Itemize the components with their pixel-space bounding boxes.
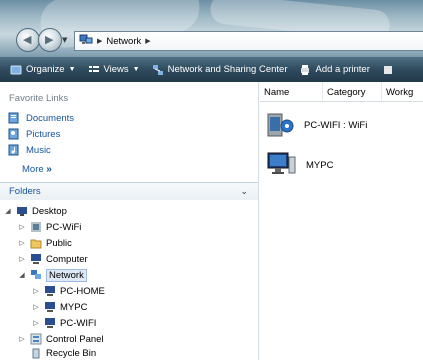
tree-item-mypc[interactable]: ▷ MYPC — [32, 300, 87, 314]
tree-item-pc-wifi[interactable]: ▷ PC-WIFI — [32, 316, 96, 330]
tree-item-public[interactable]: ▷ Public — [18, 236, 72, 250]
tree-item-computer[interactable]: ▷ Computer — [18, 252, 88, 266]
organize-label: Organize — [26, 64, 65, 75]
tree-label: Control Panel — [46, 333, 104, 345]
network-sharing-label: Network and Sharing Center — [167, 64, 288, 75]
computer-icon — [44, 301, 56, 313]
tree-label: PC-HOME — [60, 285, 105, 297]
back-button[interactable]: ◀ — [16, 28, 40, 52]
folders-label: Folders — [9, 186, 41, 197]
music-icon — [8, 144, 20, 156]
network-item-pc-wifi[interactable]: PC-WIFI : WiFi — [266, 108, 367, 143]
overflow-button[interactable] — [376, 57, 400, 82]
column-category[interactable]: Category — [323, 82, 382, 102]
recent-pages-dropdown-icon[interactable]: ▼ — [62, 36, 70, 44]
more-favorites-link[interactable]: More » — [22, 164, 52, 175]
favorite-label: Documents — [26, 112, 75, 124]
organize-button[interactable]: Organize ▼ — [4, 57, 82, 82]
content-pane: Name Category Workg PC-WIFI : WiFi MYPC — [260, 82, 423, 360]
tree-item-pc-wifi-user[interactable]: ▷ PC-WiFi — [18, 220, 81, 234]
views-label: Views — [103, 64, 129, 75]
tree-label: Desktop — [32, 205, 67, 217]
network-item-mypc[interactable]: MYPC — [266, 148, 333, 183]
folders-bar[interactable]: Folders ⌄ — [0, 182, 258, 200]
favorite-label: Music — [26, 144, 51, 156]
breadcrumb-separator-icon[interactable]: ▶ — [145, 37, 150, 45]
forward-button[interactable]: ▶ — [38, 28, 62, 52]
printer-icon — [299, 64, 311, 76]
favorite-pictures[interactable]: Pictures — [8, 128, 60, 140]
computer-icon — [266, 148, 298, 183]
tree-label: PC-WIFI — [60, 317, 97, 329]
recycle-bin-icon — [30, 347, 42, 359]
address-bar[interactable]: ▶ Network ▶ — [74, 31, 423, 51]
column-header: Name Category Workg — [260, 82, 423, 102]
tree-label: MYPC — [60, 301, 88, 313]
forward-arrow-icon: ▶ — [45, 33, 54, 46]
favorite-links-header: Favorite Links — [9, 93, 69, 104]
command-toolbar: Organize ▼ Views ▼ Network and Sharing C… — [0, 57, 423, 82]
breadcrumb-network[interactable]: Network — [106, 36, 141, 47]
computer-icon — [30, 253, 42, 265]
more-label: More — [22, 164, 44, 175]
tree-label: Recycle Bin — [46, 347, 97, 359]
item-label: PC-WIFI : WiFi — [304, 120, 368, 131]
add-printer-button[interactable]: Add a printer — [293, 57, 375, 82]
collapsed-arrow-icon[interactable]: ▷ — [32, 287, 40, 295]
collapsed-arrow-icon[interactable]: ▷ — [18, 335, 26, 343]
column-workgroup[interactable]: Workg — [382, 82, 423, 102]
documents-icon — [8, 112, 20, 124]
chevron-down-icon[interactable]: ⌄ — [240, 187, 248, 197]
overflow-icon — [382, 64, 394, 76]
tree-item-recycle-bin[interactable]: Recycle Bin — [18, 346, 96, 360]
collapsed-arrow-icon[interactable]: ▷ — [18, 223, 26, 231]
control-panel-icon — [30, 333, 42, 345]
network-sharing-center-button[interactable]: Network and Sharing Center — [146, 57, 294, 82]
computer-icon — [44, 285, 56, 297]
computer-icon — [44, 317, 56, 329]
favorite-label: Pictures — [26, 128, 61, 140]
breadcrumb-separator-icon[interactable]: ▶ — [97, 37, 102, 45]
tree-label: Computer — [46, 253, 88, 265]
views-icon — [88, 64, 100, 76]
network-sharing-icon — [152, 64, 164, 76]
collapsed-arrow-icon[interactable]: ▷ — [32, 319, 40, 327]
item-label: MYPC — [306, 160, 334, 171]
media-device-icon — [266, 108, 296, 143]
network-icon — [79, 34, 93, 49]
chevron-down-icon: ▼ — [132, 66, 140, 73]
favorite-documents[interactable]: Documents — [8, 112, 74, 124]
tree-item-control-panel[interactable]: ▷ Control Panel — [18, 332, 104, 346]
tree-item-desktop[interactable]: ◢ Desktop — [4, 204, 67, 218]
favorite-music[interactable]: Music — [8, 144, 51, 156]
pictures-icon — [8, 128, 20, 140]
tree-label: Public — [46, 237, 72, 249]
organize-icon — [10, 64, 22, 76]
title-bar: ◀ ▶ ▼ ▶ Network ▶ — [0, 0, 423, 57]
collapsed-arrow-icon[interactable]: ▷ — [18, 239, 26, 247]
folder-icon — [30, 237, 42, 249]
add-printer-label: Add a printer — [315, 64, 370, 75]
collapsed-arrow-icon[interactable]: ▷ — [18, 255, 26, 263]
navigation-pane: Favorite Links Documents Pictures Music … — [0, 82, 259, 360]
collapsed-arrow-icon[interactable]: ▷ — [32, 303, 40, 311]
chevron-down-icon: ▼ — [68, 66, 76, 73]
double-chevron-icon: » — [46, 164, 52, 175]
views-button[interactable]: Views ▼ — [82, 57, 146, 82]
tree-label: Network — [46, 268, 87, 282]
column-name[interactable]: Name — [260, 82, 323, 102]
tree-item-pc-home[interactable]: ▷ PC-HOME — [32, 284, 105, 298]
tree-label: PC-WiFi — [46, 221, 82, 233]
network-icon — [30, 269, 42, 281]
tree-item-network[interactable]: ◢ Network — [18, 268, 87, 282]
desktop-icon — [16, 205, 28, 217]
expanded-arrow-icon[interactable]: ◢ — [4, 207, 12, 215]
user-folder-icon — [30, 221, 42, 233]
expanded-arrow-icon[interactable]: ◢ — [18, 271, 26, 279]
back-arrow-icon: ◀ — [23, 33, 32, 46]
